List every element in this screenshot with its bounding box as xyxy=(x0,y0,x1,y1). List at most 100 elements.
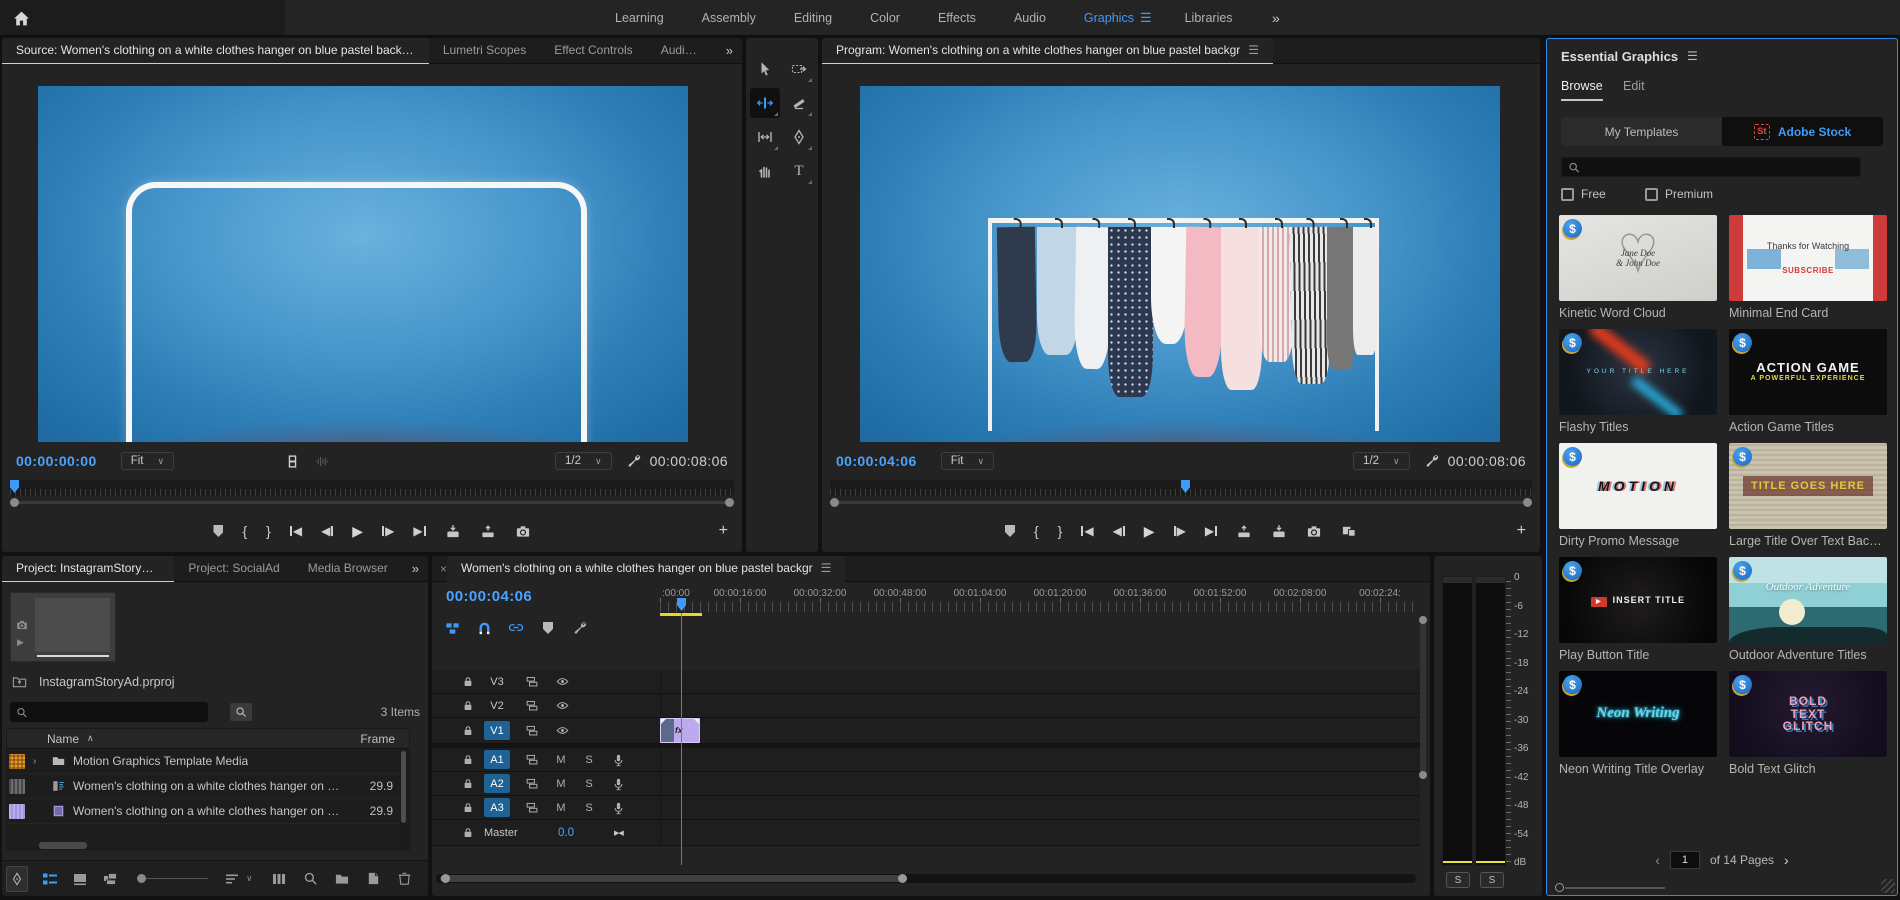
panel-menu-icon[interactable]: ☰ xyxy=(164,561,174,575)
tab-browse[interactable]: Browse xyxy=(1561,79,1603,101)
scroll-right-handle[interactable] xyxy=(898,874,907,883)
audio-meter-left[interactable] xyxy=(1442,576,1473,866)
go-to-in-icon[interactable]: ◀ xyxy=(290,524,302,538)
lock-icon[interactable] xyxy=(462,826,474,839)
timeline-horizontal-scrollbar[interactable] xyxy=(436,874,1416,883)
new-bin-button[interactable] xyxy=(334,871,350,886)
add-marker-icon[interactable] xyxy=(540,622,556,634)
lock-icon[interactable] xyxy=(462,801,474,814)
thumbnail-size-slider[interactable] xyxy=(1555,883,1675,893)
linked-selection-icon[interactable] xyxy=(508,621,524,636)
zoom-bar-right-handle[interactable] xyxy=(1523,498,1532,507)
video-display-icon[interactable] xyxy=(285,454,300,469)
go-to-in-icon[interactable]: ◀ xyxy=(1081,524,1093,538)
pen-tool[interactable] xyxy=(784,122,814,152)
timeline-timecode[interactable]: 00:00:04:06 xyxy=(446,588,532,605)
mark-in-icon[interactable]: { xyxy=(242,523,247,539)
project-item-clip[interactable]: Women's clothing on a white clothes hang… xyxy=(7,799,409,824)
source-playback-resolution-select[interactable]: 1/2∨ xyxy=(555,452,612,470)
project-writable-toggle[interactable] xyxy=(6,866,28,892)
source-playhead[interactable] xyxy=(10,480,19,493)
workspace-tab-libraries[interactable]: Libraries xyxy=(1166,0,1252,36)
template-search-input[interactable] xyxy=(1586,159,1854,175)
timeline-vertical-scrollbar[interactable] xyxy=(1419,616,1427,866)
voiceover-mic-icon[interactable] xyxy=(612,753,625,767)
page-next-icon[interactable]: › xyxy=(1784,852,1789,868)
toggle-track-output-eye-icon[interactable] xyxy=(555,724,570,737)
sync-lock-icon[interactable] xyxy=(525,724,539,737)
program-timecode[interactable]: 00:00:04:06 xyxy=(836,453,917,469)
template-thumbnail[interactable]: $Neon Writing xyxy=(1559,671,1717,757)
find-button[interactable] xyxy=(303,871,318,886)
template-thumbnail[interactable]: $Jane Doe& John Doe xyxy=(1559,215,1717,301)
step-forward-icon[interactable]: ▶ xyxy=(382,524,394,538)
my-templates-button[interactable]: My Templates xyxy=(1561,117,1722,146)
column-frame[interactable]: Frame xyxy=(360,732,395,746)
template-card[interactable]: $YOUR TITLE HERE Flashy Titles xyxy=(1559,329,1717,434)
automate-to-sequence-button[interactable] xyxy=(271,871,287,887)
panel-tab-overflow-icon[interactable]: » xyxy=(716,43,742,58)
tab-effect-controls[interactable]: Effect Controls xyxy=(540,38,646,64)
template-thumbnail[interactable]: $TITLE GOES HERE xyxy=(1729,443,1887,529)
template-card[interactable]: Thanks for WatchingSUBSCRIBE Minimal End… xyxy=(1729,215,1887,320)
hand-tool[interactable] xyxy=(750,156,780,186)
chevron-down-icon[interactable]: ∨ xyxy=(246,873,253,884)
settings-wrench-icon[interactable] xyxy=(1424,453,1440,469)
timeline-clip[interactable]: fx xyxy=(660,718,700,743)
lock-icon[interactable] xyxy=(462,675,474,688)
button-editor-plus-icon[interactable]: + xyxy=(719,522,728,540)
template-thumbnail[interactable]: $MOTION xyxy=(1559,443,1717,529)
track-target-v2[interactable]: V2 xyxy=(484,696,510,715)
program-playhead[interactable] xyxy=(1181,480,1190,493)
expand-icon[interactable]: › xyxy=(33,756,47,767)
type-tool[interactable]: T xyxy=(784,156,814,186)
mark-out-icon[interactable]: } xyxy=(266,523,271,539)
play-icon[interactable]: ▶ xyxy=(352,523,363,540)
label-color-chip[interactable] xyxy=(9,804,25,819)
solo-button[interactable]: S xyxy=(582,778,596,790)
label-color-chip[interactable] xyxy=(9,779,25,794)
solo-button[interactable]: S xyxy=(582,754,596,766)
tab-source-clip[interactable]: Source: Women's clothing on a white clot… xyxy=(2,38,429,64)
checkbox-premium[interactable] xyxy=(1645,188,1658,201)
workspace-tab-effects[interactable]: Effects xyxy=(919,0,995,36)
mute-button[interactable]: M xyxy=(554,778,568,790)
tab-project-socialad[interactable]: Project: SocialAd xyxy=(174,556,293,582)
master-gain-value[interactable]: 0.0 xyxy=(558,827,574,839)
delete-trash-button[interactable] xyxy=(397,871,412,886)
zoom-bar-right-handle[interactable] xyxy=(725,498,734,507)
program-scrubber[interactable] xyxy=(830,480,1532,496)
tab-program[interactable]: Program: Women's clothing on a white clo… xyxy=(822,38,1273,64)
voiceover-mic-icon[interactable] xyxy=(612,801,625,815)
lock-icon[interactable] xyxy=(462,724,474,737)
lock-icon[interactable] xyxy=(462,699,474,712)
extract-icon[interactable] xyxy=(1271,524,1287,539)
panel-menu-icon[interactable]: ☰ xyxy=(1687,49,1698,63)
toggle-track-output-eye-icon[interactable] xyxy=(555,675,570,688)
freeform-view-button[interactable] xyxy=(102,871,119,887)
workspace-tab-color[interactable]: Color xyxy=(851,0,919,36)
list-view-button[interactable] xyxy=(42,871,58,887)
home-button[interactable] xyxy=(10,7,32,29)
list-header[interactable]: Name ∧ Frame xyxy=(7,729,409,749)
lift-icon[interactable] xyxy=(1236,524,1252,539)
workspace-tab-assembly[interactable]: Assembly xyxy=(683,0,775,36)
tab-edit[interactable]: Edit xyxy=(1623,79,1645,99)
selection-tool[interactable] xyxy=(750,54,780,84)
track-target-a3[interactable]: A3 xyxy=(484,798,510,817)
audio-meter-right[interactable] xyxy=(1475,576,1506,866)
source-scrubber[interactable] xyxy=(10,480,734,496)
insert-icon[interactable] xyxy=(445,524,461,539)
program-video-frame[interactable] xyxy=(860,86,1500,442)
panel-resize-grip[interactable] xyxy=(1881,879,1895,893)
mark-in-icon[interactable]: { xyxy=(1034,523,1039,539)
project-search-input[interactable] xyxy=(34,704,202,720)
template-card[interactable]: $BOLD TEXT GLITCH Bold Text Glitch xyxy=(1729,671,1887,776)
slip-tool[interactable] xyxy=(750,122,780,152)
track-target-v1[interactable]: V1 xyxy=(484,721,510,740)
export-frame-icon[interactable] xyxy=(515,524,531,539)
toggle-track-output-eye-icon[interactable] xyxy=(555,699,570,712)
vscroll-top-handle[interactable] xyxy=(1419,616,1427,624)
checkbox-free[interactable] xyxy=(1561,188,1574,201)
sync-lock-icon[interactable] xyxy=(525,675,539,688)
